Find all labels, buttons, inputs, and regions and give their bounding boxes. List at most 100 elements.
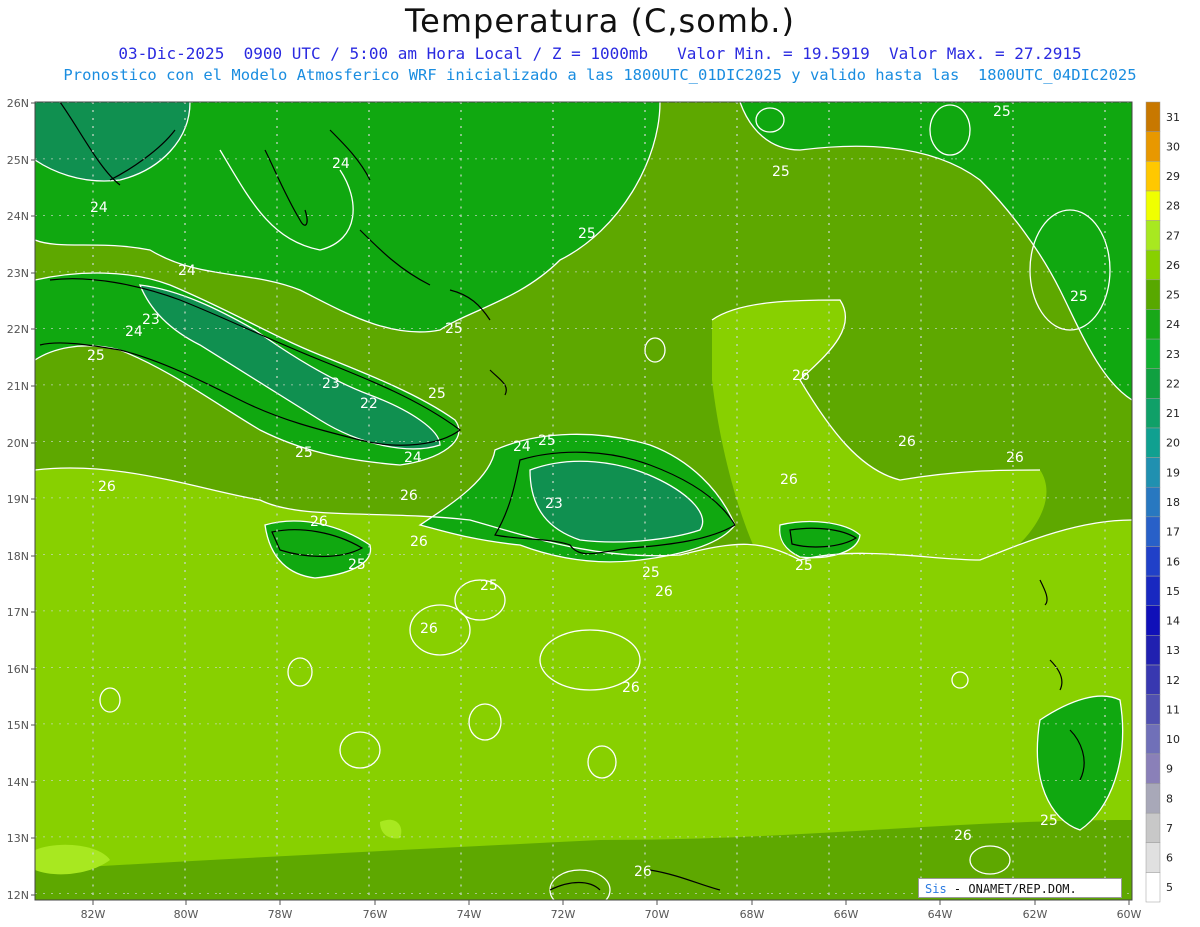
colorbar-swatch bbox=[1145, 635, 1161, 666]
colorbar-swatch bbox=[1145, 190, 1161, 221]
colorbar-label: 15 bbox=[1166, 585, 1180, 598]
contour-label: 25 bbox=[795, 558, 813, 574]
lat-label: 26N bbox=[7, 97, 29, 110]
colorbar-swatch bbox=[1145, 457, 1161, 488]
lat-label: 13N bbox=[7, 832, 29, 845]
colorbar-label: 13 bbox=[1166, 644, 1180, 657]
contour-label: 26 bbox=[410, 534, 428, 550]
colorbar-label: 20 bbox=[1166, 437, 1180, 450]
colorbar-label: 14 bbox=[1166, 615, 1180, 628]
lat-label: 24N bbox=[7, 210, 29, 223]
colorbar-swatch bbox=[1145, 842, 1161, 873]
lon-label: 80W bbox=[174, 908, 199, 921]
contour-label: 26 bbox=[655, 584, 673, 600]
contour-label: 25 bbox=[428, 386, 446, 402]
colorbar-swatch bbox=[1145, 694, 1161, 725]
colorbar-label: 21 bbox=[1166, 407, 1180, 420]
colorbar-label: 31 bbox=[1166, 111, 1180, 124]
lon-label: 76W bbox=[363, 908, 388, 921]
colorbar-swatch bbox=[1145, 161, 1161, 192]
colorbar-swatch bbox=[1145, 516, 1161, 547]
lat-label: 14N bbox=[7, 776, 29, 789]
contour-label: 22 bbox=[360, 396, 378, 412]
contour-label: 24 bbox=[404, 450, 422, 466]
contour-label: 25 bbox=[295, 445, 313, 461]
colorbar-label: 17 bbox=[1166, 526, 1180, 539]
map-subtitle-model: Pronostico con el Modelo Atmosferico WRF… bbox=[63, 66, 1137, 84]
colorbar-label: 23 bbox=[1166, 348, 1180, 361]
contour-label: 26 bbox=[634, 864, 652, 880]
contour-label: 25 bbox=[538, 433, 556, 449]
colorbar-swatch bbox=[1145, 753, 1161, 784]
credit-box: Sis - ONAMET/REP.DOM. bbox=[918, 878, 1122, 898]
colorbar-label: 19 bbox=[1166, 466, 1180, 479]
contour-label: 23 bbox=[142, 312, 160, 328]
credit-text: - ONAMET/REP.DOM. bbox=[953, 882, 1077, 896]
lon-label: 78W bbox=[268, 908, 293, 921]
colorbar-swatch bbox=[1145, 398, 1161, 429]
contour-label: 26 bbox=[898, 434, 916, 450]
contour-label: 26 bbox=[622, 680, 640, 696]
colorbar-swatch bbox=[1145, 783, 1161, 814]
colorbar-label: 7 bbox=[1166, 822, 1173, 835]
contour-label: 23 bbox=[545, 496, 563, 512]
colorbar-label: 26 bbox=[1166, 259, 1180, 272]
colorbar-swatch bbox=[1145, 279, 1161, 310]
contour-label: 25 bbox=[993, 104, 1011, 120]
graticule bbox=[35, 102, 1132, 900]
lon-label: 70W bbox=[645, 908, 670, 921]
lat-ticks bbox=[31, 102, 35, 896]
colorbar-swatch bbox=[1145, 546, 1161, 577]
lon-label: 82W bbox=[81, 908, 106, 921]
contour-label: 25 bbox=[445, 321, 463, 337]
map-title: Temperatura (C,somb.) bbox=[405, 2, 795, 40]
lon-label: 60W bbox=[1117, 908, 1142, 921]
colorbar-label: 24 bbox=[1166, 318, 1180, 331]
colorbar-label: 22 bbox=[1166, 378, 1180, 391]
colorbar-swatch bbox=[1145, 872, 1161, 903]
colorbar-label: 18 bbox=[1166, 496, 1180, 509]
colorbar-label: 27 bbox=[1166, 229, 1180, 242]
contour-label: 26 bbox=[792, 368, 810, 384]
lat-label: 20N bbox=[7, 437, 29, 450]
lat-label: 22N bbox=[7, 323, 29, 336]
contour-label: 23 bbox=[322, 376, 340, 392]
colorbar-label: 6 bbox=[1166, 852, 1173, 865]
contour-label: 26 bbox=[420, 621, 438, 637]
contour-label: 25 bbox=[772, 164, 790, 180]
colorbar-swatch bbox=[1145, 249, 1161, 280]
colorbar-label: 10 bbox=[1166, 733, 1180, 746]
lon-label: 64W bbox=[928, 908, 953, 921]
map-plot-area: 24 24 24 24 23 22 25 25 25 25 25 25 26 2… bbox=[35, 102, 1132, 900]
contour-label: 25 bbox=[480, 578, 498, 594]
contour-label: 24 bbox=[125, 324, 143, 340]
lat-label: 23N bbox=[7, 267, 29, 280]
lat-label: 25N bbox=[7, 154, 29, 167]
colorbar-label: 25 bbox=[1166, 289, 1180, 302]
colorbar-swatch bbox=[1145, 605, 1161, 636]
colorbar-label: 16 bbox=[1166, 555, 1180, 568]
contour-label: 26 bbox=[98, 479, 116, 495]
lon-label: 62W bbox=[1023, 908, 1048, 921]
lon-label: 68W bbox=[740, 908, 765, 921]
colorbar-label: 9 bbox=[1166, 763, 1173, 776]
contour-label: 25 bbox=[1040, 813, 1058, 829]
colorbar-label: 11 bbox=[1166, 703, 1180, 716]
credit-prefix: Sis bbox=[925, 882, 947, 896]
contour-label: 26 bbox=[1006, 450, 1024, 466]
colorbar-swatch bbox=[1145, 131, 1161, 162]
lon-ticks bbox=[92, 900, 1130, 905]
contour-label: 24 bbox=[90, 200, 108, 216]
contour-label: 24 bbox=[332, 156, 350, 172]
colorbar-label: 30 bbox=[1166, 140, 1180, 153]
contour-label: 26 bbox=[310, 514, 328, 530]
colorbar-label: 29 bbox=[1166, 170, 1180, 183]
colorbar: 5 6 7 8 9 10 11 12 13 14 15 16 17 18 19 20 21 22 23 24 25 26 2… bbox=[1145, 101, 1180, 903]
map-subtitle-time: 03-Dic-2025 0900 UTC / 5:00 am Hora Loca… bbox=[118, 44, 1082, 63]
contour-label: 25 bbox=[642, 565, 660, 581]
lon-label: 66W bbox=[834, 908, 859, 921]
lat-label: 19N bbox=[7, 493, 29, 506]
colorbar-label: 12 bbox=[1166, 674, 1180, 687]
lat-label: 16N bbox=[7, 663, 29, 676]
temperature-map: 24 24 24 24 23 22 25 25 25 25 25 25 26 2… bbox=[7, 97, 1180, 921]
